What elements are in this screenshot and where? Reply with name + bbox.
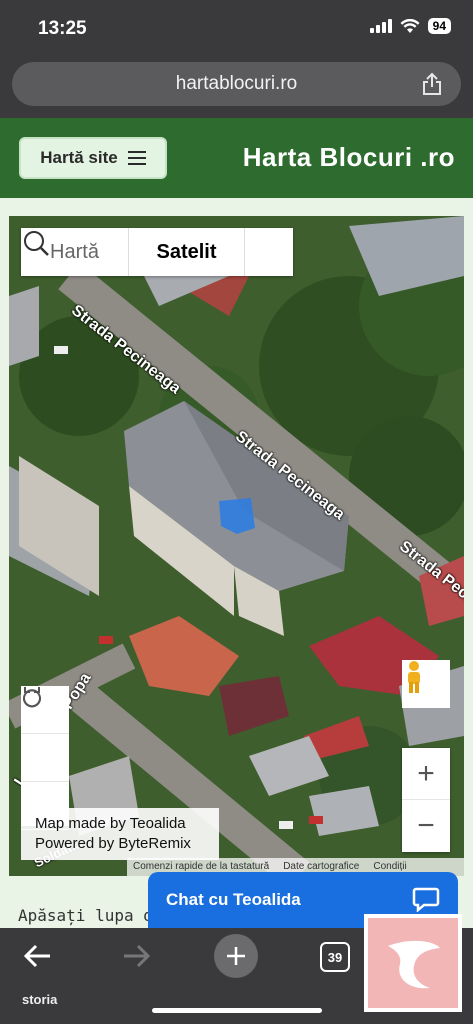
search-icon [24, 231, 49, 256]
instruction-text: Apăsați lupa di [18, 906, 163, 925]
map-type-control: Hartă Satelit [21, 228, 293, 276]
battery-indicator: 94 [427, 18, 451, 34]
site-menu-button[interactable]: Hartă site [19, 137, 167, 179]
zoom-out-button[interactable]: − [402, 800, 450, 852]
site-menu-label: Hartă site [40, 148, 118, 167]
wifi-icon [400, 19, 420, 33]
rotate-counterclockwise-button[interactable] [21, 687, 69, 782]
satellite-tab[interactable]: Satelit [129, 228, 245, 276]
bird-logo-icon [388, 940, 440, 989]
new-tab-button[interactable] [214, 934, 258, 978]
credit-line-2: Powered by ByteRemix [35, 835, 191, 852]
back-arrow-icon[interactable] [22, 942, 54, 970]
site-header: Hartă site Harta Blocuri .ro [0, 118, 473, 198]
hamburger-icon [127, 151, 146, 165]
status-time: 13:25 [38, 18, 87, 39]
street-view-pegman[interactable] [402, 660, 450, 708]
zoom-control: + − [402, 748, 450, 852]
storia-logo [364, 914, 462, 1012]
signal-icon [369, 19, 392, 33]
browser-top-bar: 13:25 94 hartablocuri.ro [0, 0, 473, 118]
chat-label: Chat cu Teoalida [166, 890, 301, 909]
forward-arrow-icon[interactable] [120, 942, 152, 970]
address-bar[interactable]: hartablocuri.ro [12, 62, 461, 106]
brand-label: storia [22, 992, 58, 1007]
search-button[interactable] [24, 228, 293, 276]
rotate-left-icon [22, 687, 41, 708]
plus-icon [227, 947, 245, 965]
site-title[interactable]: Harta Blocuri .ro [243, 142, 455, 173]
rotate-controls [21, 686, 69, 830]
pegman-icon [408, 661, 420, 693]
chat-bubble-icon [412, 887, 440, 912]
share-icon[interactable] [421, 72, 443, 96]
map-credit: Map made by Teoalida Powered by ByteRemi… [21, 808, 219, 860]
satellite-map[interactable]: Strada Pecineaga Strada Pecineaga Strada… [9, 216, 464, 876]
zoom-in-button[interactable]: + [402, 748, 450, 800]
status-icons: 94 [369, 18, 451, 34]
credit-line-1: Map made by Teoalida [35, 815, 186, 832]
home-indicator [152, 1008, 322, 1013]
tab-count-button[interactable]: 39 [320, 942, 350, 972]
url-text: hartablocuri.ro [175, 73, 298, 94]
